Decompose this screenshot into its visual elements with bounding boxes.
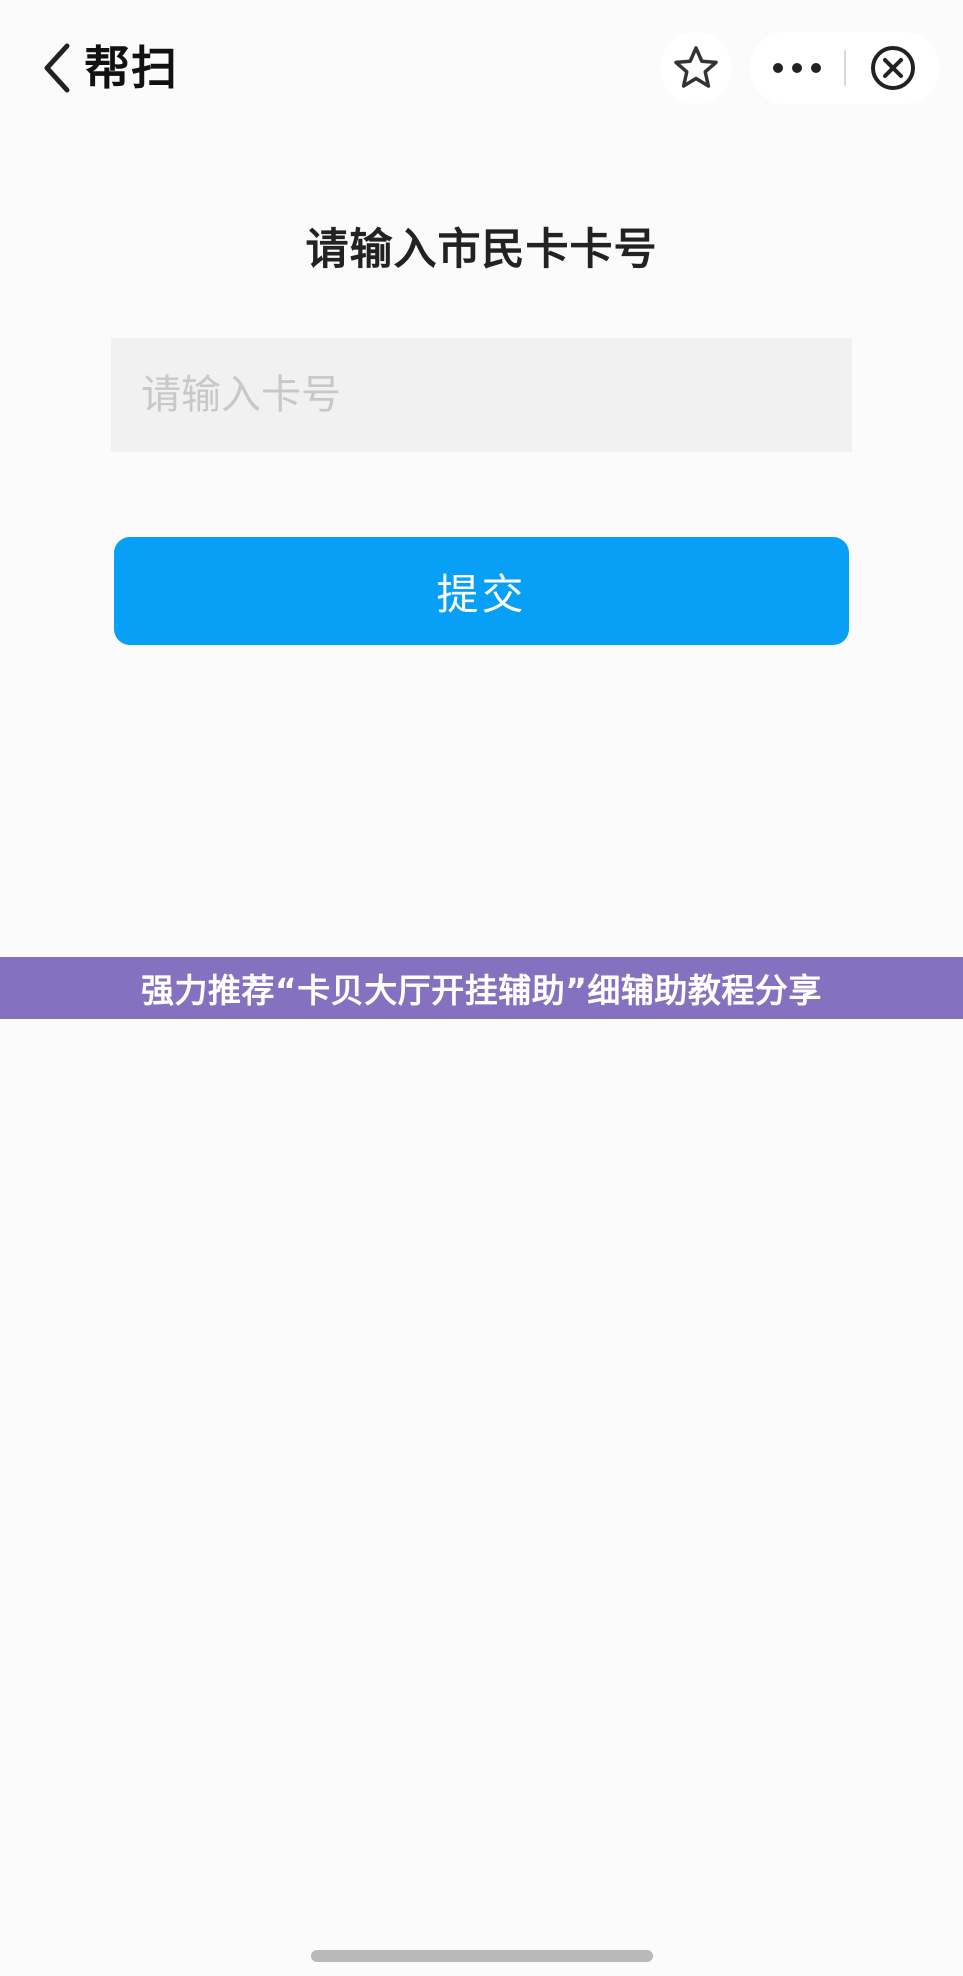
card-number-input[interactable] bbox=[111, 338, 852, 452]
more-dots-icon bbox=[773, 63, 821, 73]
home-indicator[interactable] bbox=[311, 1950, 653, 1962]
close-circle-icon bbox=[871, 46, 915, 90]
close-button[interactable] bbox=[846, 32, 940, 104]
promo-banner: 强力推荐“卡贝大厅开挂辅助”细辅助教程分享 bbox=[0, 957, 963, 1019]
submit-button[interactable]: 提交 bbox=[114, 537, 849, 645]
promo-banner-text: 强力推荐“卡贝大厅开挂辅助”细辅助教程分享 bbox=[141, 971, 822, 1010]
favorite-button[interactable] bbox=[660, 32, 732, 104]
form-heading: 请输入市民卡卡号 bbox=[305, 225, 658, 275]
chevron-left-icon bbox=[44, 43, 70, 93]
mini-program-page: 帮扫 请输入市民卡卡号 提交 强力推荐“卡贝大厅开挂辅助”细辅助教程分享 bbox=[0, 0, 963, 1976]
more-button[interactable] bbox=[750, 32, 844, 104]
page-title: 帮扫 bbox=[84, 41, 178, 95]
capsule-menu bbox=[750, 32, 940, 104]
star-icon bbox=[674, 46, 718, 88]
back-button[interactable] bbox=[36, 40, 76, 96]
